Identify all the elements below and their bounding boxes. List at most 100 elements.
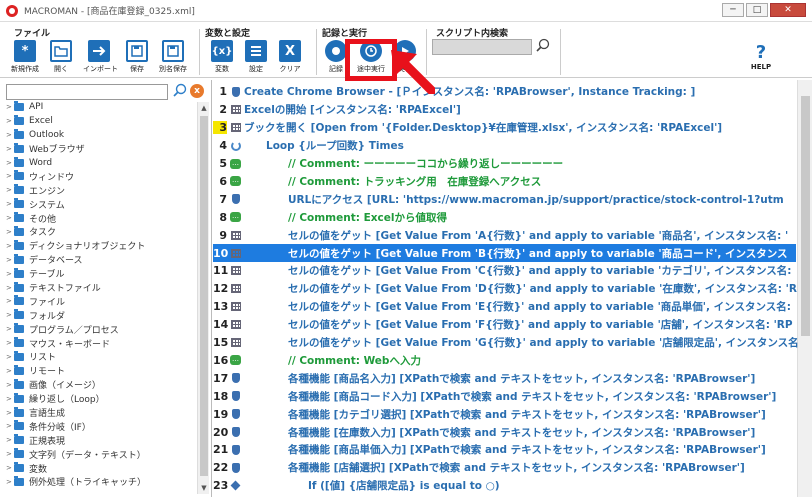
script-search-input[interactable]: [432, 39, 532, 55]
script-line[interactable]: 6… // Comment: トラッキング用 在庫登録へアクセス: [213, 173, 796, 191]
chevron-right-icon[interactable]: >: [4, 159, 14, 167]
tree-item[interactable]: > 例外処理（トライキャッチ）: [4, 475, 196, 489]
script-line[interactable]: 16… // Comment: Webへ入力: [213, 352, 796, 370]
save-button[interactable]: 保存: [121, 40, 153, 76]
script-line[interactable]: 18 各種機能 [商品コード入力] [XPathで検索 and テキストをセット,…: [213, 387, 796, 405]
script-line[interactable]: 10 セルの値をゲット [Get Value From 'B{行数}' and a…: [213, 244, 796, 262]
chevron-right-icon[interactable]: >: [4, 325, 14, 333]
script-line[interactable]: 17 各種機能 [商品名入力] [XPathで検索 and テキストをセット, イ…: [213, 369, 796, 387]
script-line[interactable]: 2 Excelの開始 [インスタンス名: 'RPAExcel']: [213, 101, 796, 119]
chevron-right-icon[interactable]: >: [4, 297, 14, 305]
script-line[interactable]: 21 各種機能 [商品単価入力] [XPathで検索 and テキストをセット, …: [213, 441, 796, 459]
script-line[interactable]: 9 セルの値をゲット [Get Value From 'A{行数}' and ap…: [213, 226, 796, 244]
chevron-right-icon[interactable]: >: [4, 214, 14, 222]
search-icon[interactable]: [172, 83, 188, 99]
tree-item[interactable]: > Word: [4, 156, 196, 170]
script-line[interactable]: 23 If ([値] {店舗限定品} is equal to ○): [213, 477, 796, 495]
tree-item[interactable]: > Outlook: [4, 128, 196, 142]
tree-item[interactable]: > 画像（イメージ）: [4, 378, 196, 392]
close-button[interactable]: ✕: [770, 3, 806, 17]
chevron-right-icon[interactable]: >: [4, 478, 14, 486]
script-line[interactable]: 13 セルの値をゲット [Get Value From 'E{行数}' and a…: [213, 298, 796, 316]
chevron-right-icon[interactable]: >: [4, 436, 14, 444]
settings-button[interactable]: 設定: [240, 40, 272, 76]
minimize-button[interactable]: ─: [722, 3, 744, 17]
chevron-right-icon[interactable]: >: [4, 395, 14, 403]
chevron-right-icon[interactable]: >: [4, 464, 14, 472]
chevron-right-icon[interactable]: >: [4, 242, 14, 250]
chevron-right-icon[interactable]: >: [4, 228, 14, 236]
chevron-right-icon[interactable]: >: [4, 117, 14, 125]
tree-item[interactable]: > リスト: [4, 350, 196, 364]
tree-item[interactable]: > 正規表現: [4, 433, 196, 447]
chevron-right-icon[interactable]: >: [4, 450, 14, 458]
script-line[interactable]: 8… // Comment: Excelから値取得: [213, 208, 796, 226]
script-line[interactable]: 5… // Comment: ーーーーーココから繰り返しーーーーーー: [213, 155, 796, 173]
tree-item[interactable]: > フォルダ: [4, 308, 196, 322]
chevron-right-icon[interactable]: >: [4, 311, 14, 319]
clear-button[interactable]: X クリア: [274, 40, 306, 76]
chevron-right-icon[interactable]: >: [4, 131, 14, 139]
tree-item[interactable]: > プログラム／プロセス: [4, 322, 196, 336]
chevron-right-icon[interactable]: >: [4, 353, 14, 361]
search-icon[interactable]: [535, 38, 551, 54]
chevron-right-icon[interactable]: >: [4, 200, 14, 208]
tree-item[interactable]: > API: [4, 100, 196, 114]
tree-item[interactable]: > ディクショナリオブジェクト: [4, 239, 196, 253]
tree-item[interactable]: > Excel: [4, 114, 196, 128]
tree-item[interactable]: > 条件分岐（IF）: [4, 419, 196, 433]
new-button[interactable]: * 新規作成: [9, 40, 41, 76]
save-as-button[interactable]: 別名保存: [157, 40, 189, 76]
script-line[interactable]: 1 Create Chrome Browser - [Ｐインスタンス名: 'RPA…: [213, 83, 796, 101]
chevron-right-icon[interactable]: >: [4, 172, 14, 180]
chevron-right-icon[interactable]: >: [4, 103, 14, 111]
chevron-right-icon[interactable]: >: [4, 422, 14, 430]
editor-scrollbar[interactable]: [797, 80, 812, 497]
tree-item[interactable]: > Webブラウザ: [4, 142, 196, 156]
chevron-right-icon[interactable]: >: [4, 339, 14, 347]
variables-button[interactable]: {x} 変数: [206, 40, 238, 76]
chevron-right-icon[interactable]: >: [4, 409, 14, 417]
tree-item[interactable]: > 繰り返し（Loop）: [4, 392, 196, 406]
tree-item[interactable]: > テーブル: [4, 267, 196, 281]
maximize-button[interactable]: □: [746, 3, 768, 17]
script-line[interactable]: 22 各種機能 [店舗選択] [XPathで検索 and テキストをセット, イン…: [213, 459, 796, 477]
clear-search-icon[interactable]: x: [190, 84, 204, 98]
scroll-down-icon[interactable]: ▼: [198, 482, 210, 494]
tree-search-input[interactable]: [6, 84, 168, 100]
tree-item[interactable]: > リモート: [4, 364, 196, 378]
open-button[interactable]: 開く: [45, 40, 77, 76]
tree-item[interactable]: > マウス・キーボード: [4, 336, 196, 350]
tree-item[interactable]: > ファイル: [4, 294, 196, 308]
script-line[interactable]: 11 セルの値をゲット [Get Value From 'C{行数}' and a…: [213, 262, 796, 280]
scroll-up-icon[interactable]: ▲: [198, 102, 210, 114]
tree-item[interactable]: > タスク: [4, 225, 196, 239]
chevron-right-icon[interactable]: >: [4, 256, 14, 264]
tree-scrollbar[interactable]: ▲ ▼: [197, 102, 209, 494]
chevron-right-icon[interactable]: >: [4, 367, 14, 375]
script-line[interactable]: 14 セルの値をゲット [Get Value From 'F{行数}' and a…: [213, 316, 796, 334]
import-button[interactable]: インポート: [83, 40, 118, 76]
tree-item[interactable]: > 変数: [4, 461, 196, 475]
script-line[interactable]: 3 ブックを開く [Open from '{Folder.Desktop}¥在庫管…: [213, 119, 796, 137]
tree-item[interactable]: > エンジン: [4, 183, 196, 197]
chevron-right-icon[interactable]: >: [4, 270, 14, 278]
tree-item[interactable]: > システム: [4, 197, 196, 211]
script-line[interactable]: 15 セルの値をゲット [Get Value From 'G{行数}' and a…: [213, 334, 799, 352]
script-line[interactable]: 19 各種機能 [カテゴリ選択] [XPathで検索 and テキストをセット, …: [213, 405, 796, 423]
tree-item[interactable]: > テキストファイル: [4, 281, 196, 295]
tree-item[interactable]: > ウィンドウ: [4, 169, 196, 183]
scroll-thumb[interactable]: [801, 96, 810, 336]
script-line[interactable]: 4 Loop {ループ回数} Times: [213, 137, 796, 155]
chevron-right-icon[interactable]: >: [4, 284, 14, 292]
tree-item[interactable]: > 文字列（データ・テキスト）: [4, 447, 196, 461]
help-button[interactable]: ? HELP: [746, 43, 776, 72]
chevron-right-icon[interactable]: >: [4, 145, 14, 153]
chevron-right-icon[interactable]: >: [4, 381, 14, 389]
tree-item[interactable]: > データベース: [4, 253, 196, 267]
script-line[interactable]: 20 各種機能 [在庫数入力] [XPathで検索 and テキストをセット, イ…: [213, 423, 796, 441]
chevron-right-icon[interactable]: >: [4, 186, 14, 194]
scroll-thumb[interactable]: [200, 116, 208, 476]
tree-item[interactable]: > その他: [4, 211, 196, 225]
script-line[interactable]: 12 セルの値をゲット [Get Value From 'D{行数}' and a…: [213, 280, 797, 298]
